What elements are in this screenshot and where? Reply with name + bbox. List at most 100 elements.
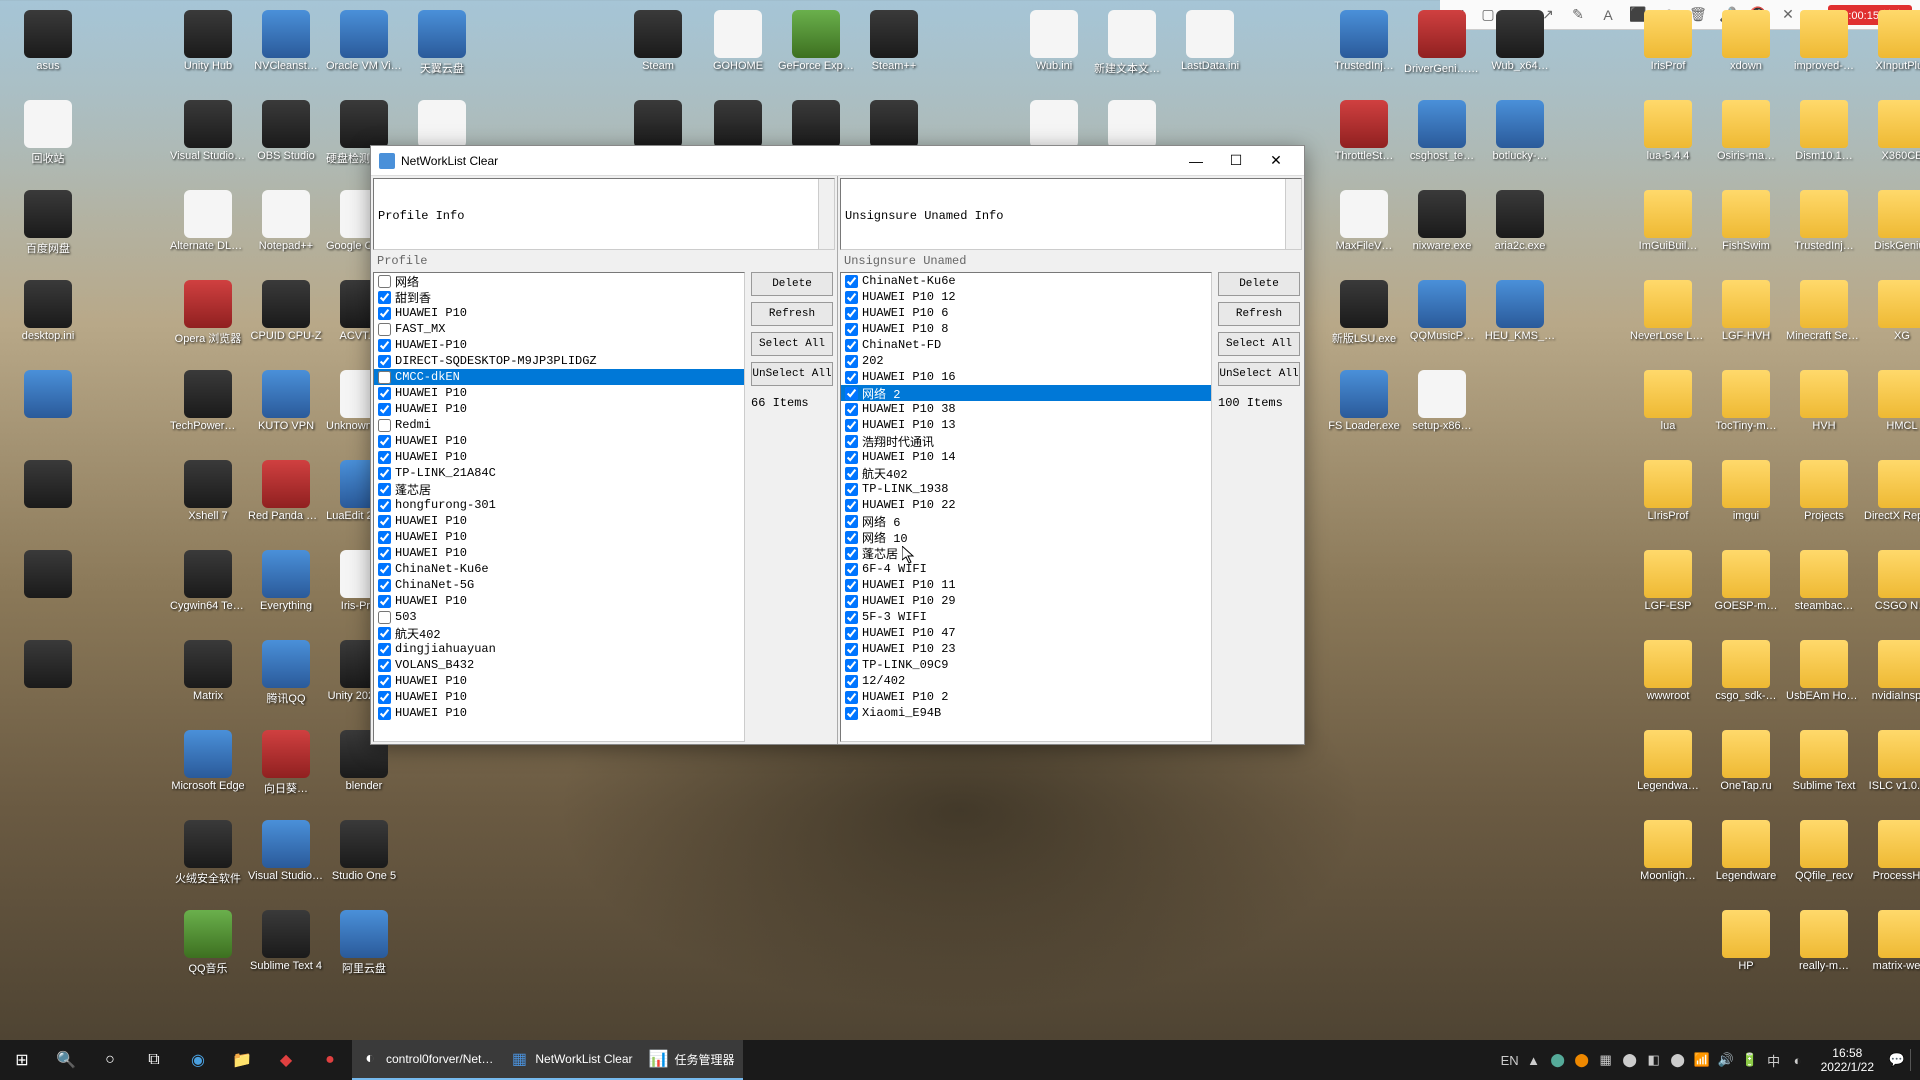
desktop-icon[interactable]: Oracle VM VirtualBox [326,10,402,72]
list-item[interactable]: HUAWEI P10 38 [841,401,1211,417]
refresh-button[interactable]: Refresh [1218,302,1300,326]
desktop-icon[interactable]: Opera 浏览器 [170,280,246,346]
desktop-icon[interactable]: lua [1630,370,1706,432]
list-item[interactable]: HUAWEI P10 2 [841,689,1211,705]
list-checkbox[interactable] [378,451,391,464]
desktop-icon[interactable]: ThrottleSt… [1326,100,1402,162]
desktop-icon[interactable]: OneTap.ru [1708,730,1784,792]
cortana-button[interactable]: ○ [88,1040,132,1080]
list-item[interactable]: 503 [374,609,744,625]
list-checkbox[interactable] [845,595,858,608]
list-item[interactable]: HUAWEI P10 [374,385,744,401]
desktop-icon[interactable]: ImGuiBuil… [1630,190,1706,252]
list-item[interactable]: VOLANS_B432 [374,657,744,673]
list-checkbox[interactable] [845,563,858,576]
list-item[interactable]: hongfurong-301 [374,497,744,513]
desktop-icon[interactable] [856,100,932,150]
desktop-icon[interactable]: Projects [1786,460,1862,522]
desktop-icon[interactable]: Sublime Text 4 [248,910,324,972]
list-item[interactable]: Redmi [374,417,744,433]
desktop-icon[interactable]: FishSwim [1708,190,1784,252]
list-checkbox[interactable] [378,595,391,608]
list-checkbox[interactable] [378,707,391,720]
desktop-icon[interactable]: steambac… [1786,550,1862,612]
desktop-icon[interactable]: 百度网盘 [10,190,86,256]
desktop-icon[interactable]: xdown [1708,10,1784,72]
desktop-icon[interactable]: QQfile_recv [1786,820,1862,882]
desktop-icon[interactable]: CSGO N… [1864,550,1920,612]
desktop-icon[interactable]: 向日葵… [248,730,324,796]
desktop-icon[interactable]: nixware.exe [1404,190,1480,252]
list-item[interactable]: 甜到香 [374,289,744,305]
list-checkbox[interactable] [845,675,858,688]
list-checkbox[interactable] [845,499,858,512]
list-checkbox[interactable] [845,275,858,288]
desktop-icon[interactable]: setup-x86… [1404,370,1480,432]
list-checkbox[interactable] [378,419,391,432]
list-item[interactable]: ChinaNet-FD [841,337,1211,353]
desktop-icon[interactable]: GeForce Experience [778,10,854,72]
list-item[interactable]: 网络 10 [841,529,1211,545]
list-checkbox[interactable] [378,387,391,400]
desktop-icon[interactable]: TrustedInj… [1786,190,1862,252]
list-checkbox[interactable] [378,499,391,512]
list-item[interactable]: HUAWEI P10 [374,529,744,545]
list-checkbox[interactable] [845,371,858,384]
list-item[interactable]: HUAWEI P10 [374,673,744,689]
list-checkbox[interactable] [378,355,391,368]
list-item[interactable]: 航天402 [841,465,1211,481]
desktop-icon[interactable]: improved-… [1786,10,1862,72]
refresh-button[interactable]: Refresh [751,302,833,326]
list-item[interactable]: HUAWEI P10 [374,305,744,321]
desktop-icon[interactable] [1016,100,1092,150]
list-item[interactable]: HUAWEI P10 47 [841,625,1211,641]
list-item[interactable]: HUAWEI-P10 [374,337,744,353]
list-checkbox[interactable] [378,563,391,576]
desktop-icon[interactable]: 火绒安全软件 [170,820,246,886]
desktop-icon[interactable]: GOESP-m… [1708,550,1784,612]
desktop-icon[interactable]: 新建文本文档.txt [1094,10,1170,76]
desktop-icon[interactable] [10,370,86,420]
unselect-all-button[interactable]: UnSelect All [751,362,833,386]
desktop-icon[interactable]: FS Loader.exe [1326,370,1402,432]
taskbar-app-taskmgr[interactable]: 📊任务管理器 [641,1040,743,1080]
desktop-icon[interactable]: TrustedInj… [1326,10,1402,72]
tray-icon[interactable]: ◧ [1643,1049,1665,1071]
desktop-icon[interactable]: Visual Studio 2022 [170,100,246,162]
desktop-icon[interactable]: desktop.ini [10,280,86,342]
desktop-icon[interactable]: botlucky-… [1482,100,1558,162]
delete-button[interactable]: Delete [1218,272,1300,296]
desktop-icon[interactable]: XInputPlus [1864,10,1920,72]
desktop-icon[interactable]: Minecraft Server [1786,280,1862,342]
tray-icon[interactable]: ⬤ [1667,1049,1689,1071]
select-all-button[interactable]: Select All [751,332,833,356]
list-checkbox[interactable] [378,339,391,352]
list-item[interactable]: DIRECT-SQDESKTOP-M9JP3PLIDGZ [374,353,744,369]
unsigned-list[interactable]: ChinaNet-Ku6eHUAWEI P10 12HUAWEI P10 6HU… [840,272,1212,742]
list-item[interactable]: HUAWEI P10 14 [841,449,1211,465]
list-item[interactable]: 蓬芯居 [374,481,744,497]
list-checkbox[interactable] [845,547,858,560]
desktop-icon[interactable]: Dism10.1… [1786,100,1862,162]
list-item[interactable]: HUAWEI P10 6 [841,305,1211,321]
desktop-icon[interactable]: Wub_x64… [1482,10,1558,72]
list-item[interactable]: HUAWEI P10 [374,593,744,609]
list-item[interactable]: 网络 2 [841,385,1211,401]
list-checkbox[interactable] [378,275,391,288]
list-item[interactable]: HUAWEI P10 16 [841,369,1211,385]
desktop-icon[interactable]: LGF-HVH [1708,280,1784,342]
desktop-icon[interactable]: IrisProf [1630,10,1706,72]
desktop-icon[interactable]: ProcessH… [1864,820,1920,882]
desktop-icon[interactable] [620,100,696,150]
list-checkbox[interactable] [845,579,858,592]
list-item[interactable]: 202 [841,353,1211,369]
list-checkbox[interactable] [378,675,391,688]
minimize-button[interactable]: — [1176,147,1216,175]
desktop-icon[interactable]: 腾讯QQ [248,640,324,706]
explorer-button[interactable]: 📁 [220,1040,264,1080]
list-item[interactable]: dingjiahuayuan [374,641,744,657]
list-checkbox[interactable] [378,643,391,656]
list-item[interactable]: HUAWEI P10 8 [841,321,1211,337]
desktop-icon[interactable]: ISLC v1.0.2.6 [1864,730,1920,792]
desktop-icon[interactable]: asus [10,10,86,72]
